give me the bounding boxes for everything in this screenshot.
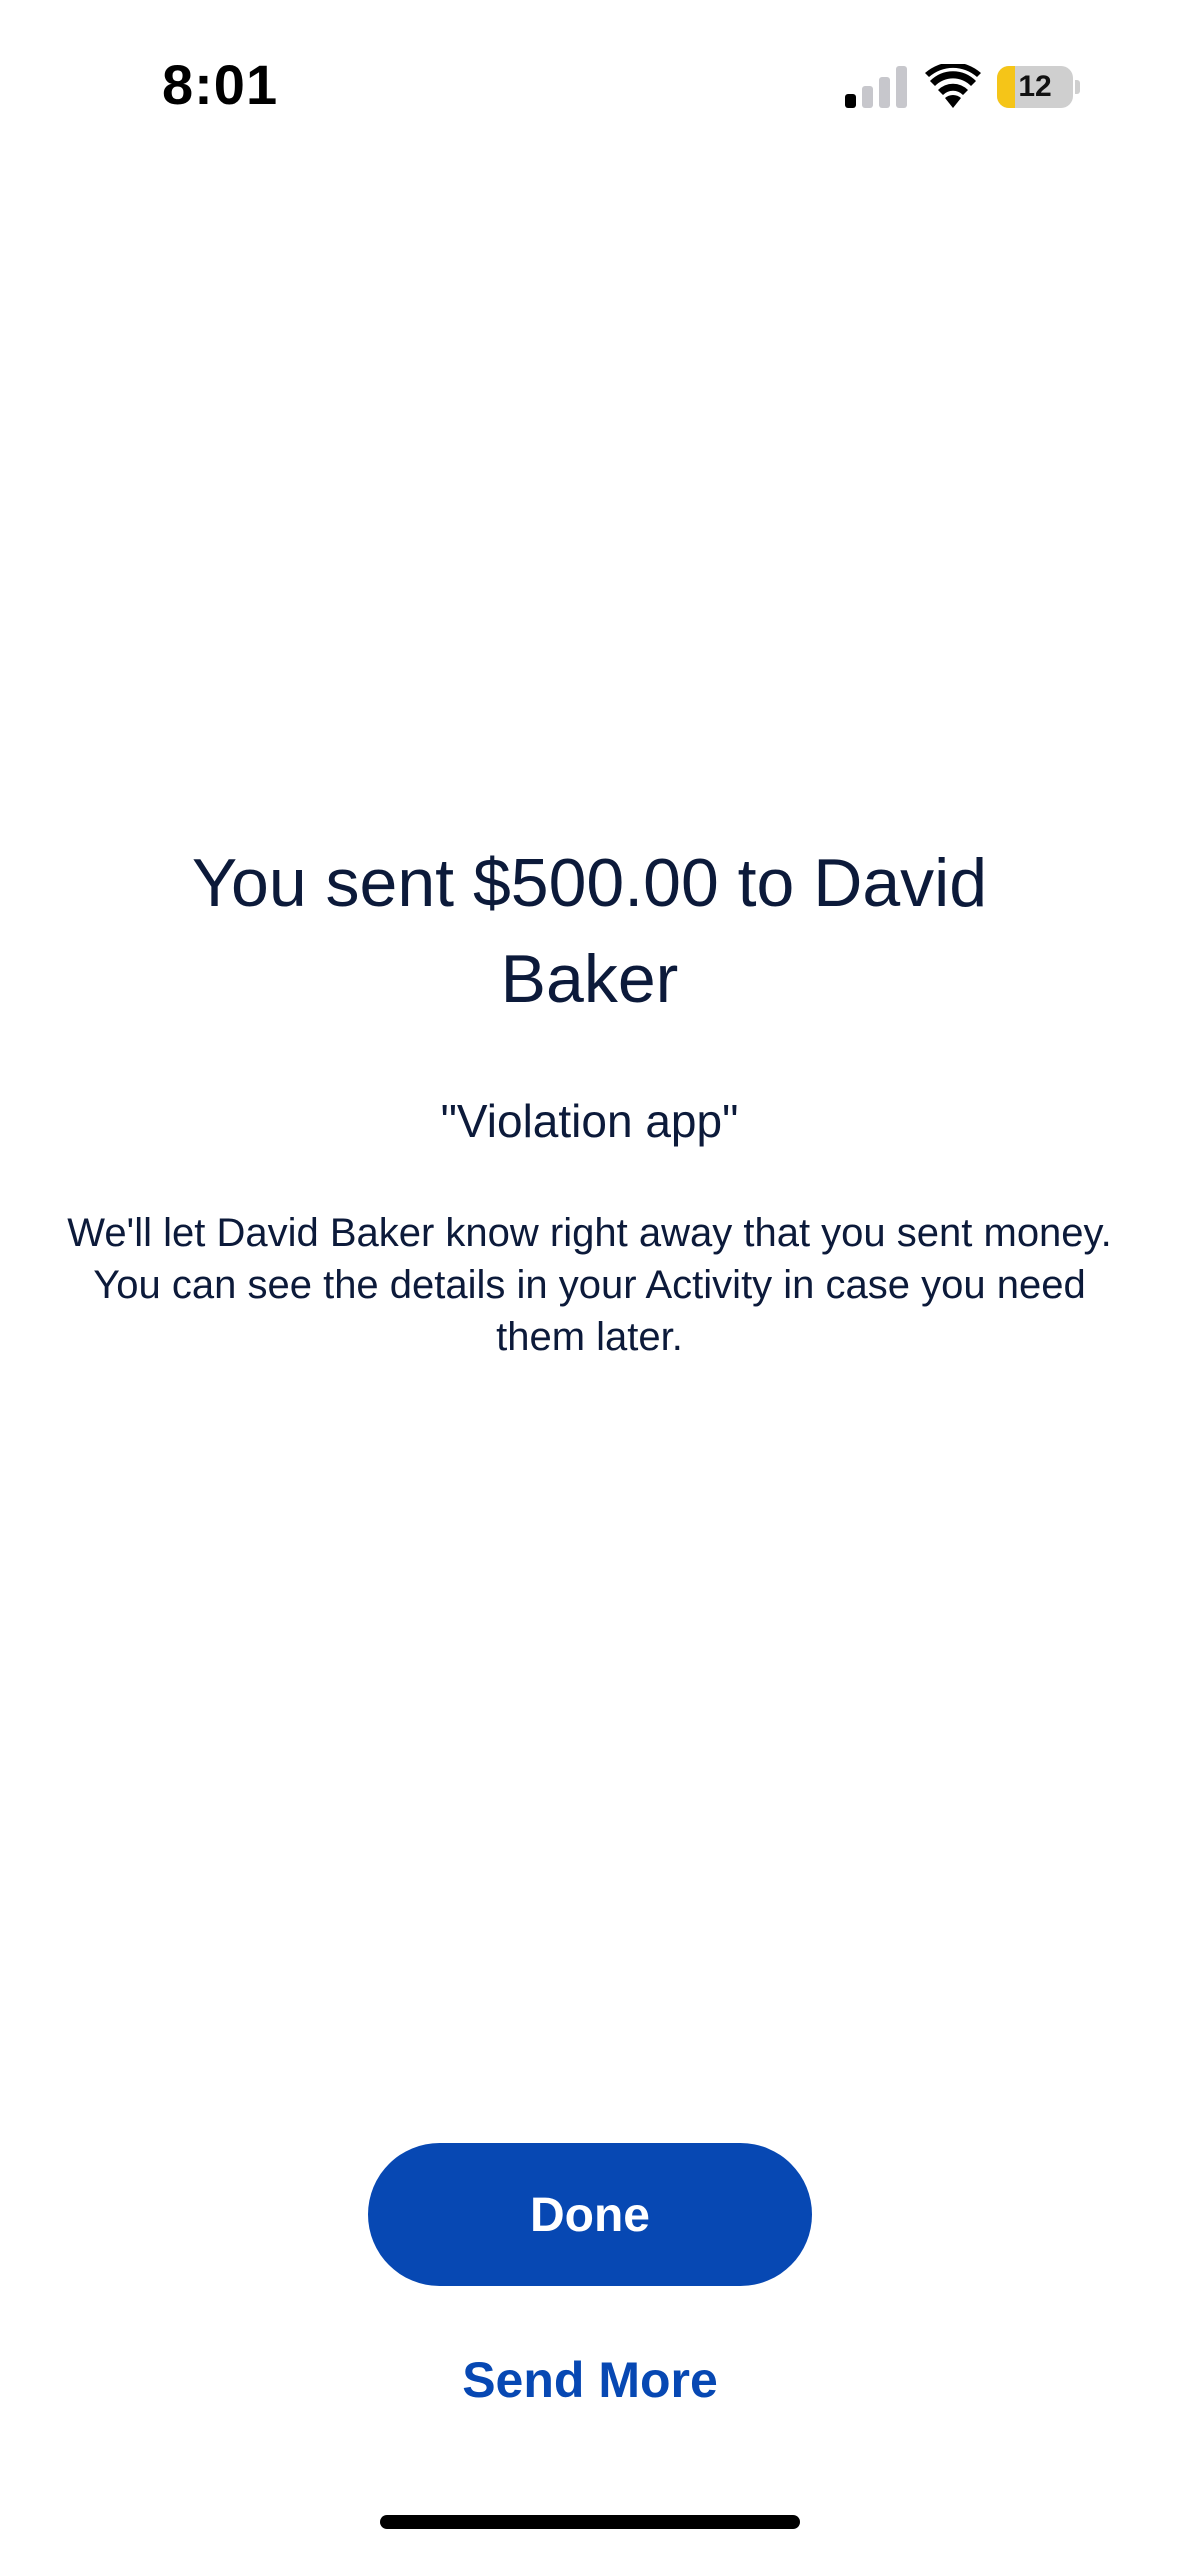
payment-note: "Violation app" <box>440 1095 739 1147</box>
done-button[interactable]: Done <box>368 2143 812 2286</box>
status-bar: 8:01 12 <box>0 0 1179 180</box>
battery-level: 12 <box>1018 70 1052 103</box>
battery-cap <box>1075 80 1080 94</box>
status-time: 8:01 <box>162 53 279 116</box>
confirmation-content: You sent $500.00 to David Baker "Violati… <box>0 835 1179 1363</box>
send-more-link[interactable]: Send More <box>340 2348 840 2412</box>
battery-indicator: 12 <box>997 66 1081 108</box>
home-indicator[interactable] <box>380 2515 800 2529</box>
battery-icon: 12 <box>997 66 1073 108</box>
confirmation-headline: You sent $500.00 to David Baker <box>191 845 988 1017</box>
cellular-signal-icon <box>845 66 907 108</box>
confirmation-description: We'll let David Baker know right away th… <box>67 1211 1112 1359</box>
wifi-icon <box>925 64 981 108</box>
